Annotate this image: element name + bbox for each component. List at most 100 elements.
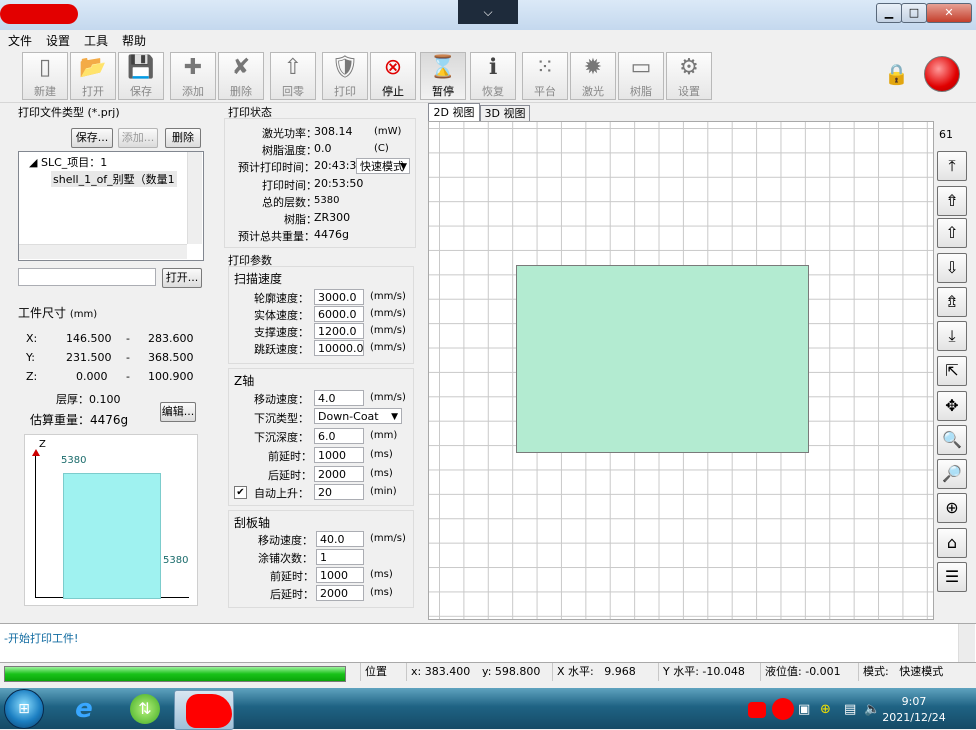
z-move-speed-input[interactable]: 4.0 [314, 390, 364, 406]
message-button[interactable]: ☰ [937, 562, 967, 592]
restore-button[interactable]: ℹ 恢复 [470, 52, 516, 100]
folder-icon: 📂 [79, 55, 107, 80]
x-level: X 水平: 9.968 [552, 663, 656, 681]
laser-button[interactable]: ✹ 激光 [570, 52, 616, 100]
file-add-button[interactable]: 添加... [118, 128, 158, 148]
layer-preview: Z 5380 5380 [24, 434, 198, 606]
lock-icon[interactable]: 🔒 [884, 62, 909, 88]
coat-count-input[interactable]: 1 [316, 549, 364, 565]
home-view-button[interactable]: ⌂ [937, 528, 967, 558]
zoom-in-button[interactable]: 🔍 [937, 425, 967, 455]
part-outline[interactable] [516, 265, 809, 453]
new-button[interactable]: ▯ 新建 [22, 52, 68, 100]
sink-depth-unit: (mm) [370, 430, 398, 441]
minimize-button[interactable]: ▁ [876, 3, 902, 23]
system-clock[interactable]: 9:07 2021/12/24 [878, 694, 950, 726]
close-button[interactable]: ✕ [926, 3, 972, 23]
sink-type-select[interactable]: Down-Coat ▼ [314, 408, 402, 424]
pause-button[interactable]: ⌛ 暂停 [420, 52, 466, 100]
resin-value: ZR300 [314, 211, 351, 224]
save-button[interactable]: 💾 保存 [118, 52, 164, 100]
file-delete-button[interactable]: 删除 [165, 128, 201, 148]
tab-3d-view[interactable]: 3D 视图 [480, 105, 530, 122]
message-icon: ☰ [944, 567, 960, 586]
bottom-layer-button[interactable]: ⤓ [937, 321, 967, 351]
expand-icon[interactable]: ◢ [29, 156, 37, 169]
pan-button[interactable]: ✥ [937, 391, 967, 421]
home-arrow-icon: ⇧ [283, 55, 303, 80]
settings-button[interactable]: ⚙ 设置 [666, 52, 712, 100]
solid-speed-label: 实体速度： [254, 309, 309, 322]
print-button[interactable]: 🛡 打印 [322, 52, 368, 100]
tree-root-item[interactable]: ◢ SLC_项目：1 [29, 154, 107, 170]
pre-delay-input[interactable]: 1000 [314, 447, 364, 463]
tab-2d-view[interactable]: 2D 视图 [428, 103, 480, 122]
jump-speed-input[interactable]: 10000.0 [314, 340, 364, 356]
platform-button[interactable]: ⁙ 平台 [522, 52, 568, 100]
blade-pre-delay-input[interactable]: 1000 [316, 567, 364, 583]
log-scrollbar[interactable] [958, 624, 975, 662]
page-up-button[interactable]: ⇮ [937, 186, 967, 216]
zoom-fit-button[interactable]: ⊕ [937, 493, 967, 523]
chevron-down-icon[interactable]: ▼ [391, 409, 398, 425]
post-delay-input[interactable]: 2000 [314, 466, 364, 482]
windows-start-icon[interactable]: ⊞ [4, 689, 44, 729]
solid-speed-input[interactable]: 6000.0 [314, 306, 364, 322]
maximize-button[interactable]: □ [901, 3, 927, 23]
auto-lift-input[interactable]: 20 [314, 484, 364, 500]
tree-vertical-scrollbar[interactable] [187, 152, 202, 244]
contour-speed-label: 轮廓速度： [254, 292, 309, 305]
edit-button[interactable]: 编辑... [160, 402, 196, 422]
laser-power-unit: (mW) [374, 126, 402, 137]
layer-down-button[interactable]: ⇩ [937, 253, 967, 283]
grid-dots-icon: ⁙ [535, 55, 555, 80]
laser-power-label: 激光功率： [262, 127, 317, 140]
top-layer-button[interactable]: ⤒ [937, 151, 967, 181]
delete-button[interactable]: ✘ 删除 [218, 52, 264, 100]
layer-thickness: 层厚：0.100 [56, 393, 121, 406]
return-zero-button[interactable]: ⇧ 回零 [270, 52, 316, 100]
preview-top-value: 5380 [61, 455, 87, 466]
preview-z-axis [35, 451, 36, 597]
file-path-input[interactable] [18, 268, 156, 286]
device-tray-icon[interactable]: ▤ [844, 702, 856, 717]
total-weight-label: 预计总共重量： [238, 230, 315, 243]
chevron-down-icon[interactable]: ⌵ [458, 0, 518, 24]
tree-horizontal-scrollbar[interactable] [19, 244, 187, 259]
resin-button[interactable]: ▭ 树脂 [618, 52, 664, 100]
sink-depth-input[interactable]: 6.0 [314, 428, 364, 444]
plus-tray-icon[interactable]: ⊕ [820, 702, 831, 717]
blade-move-speed-unit: (mm/s) [370, 533, 406, 544]
auto-lift-checkbox[interactable]: ✔ [234, 486, 247, 499]
file-open-button[interactable]: 打开... [162, 268, 202, 288]
blade-post-delay-input[interactable]: 2000 [316, 585, 364, 601]
add-button[interactable]: ✚ 添加 [170, 52, 216, 100]
page-down-button[interactable]: ⇯ [937, 287, 967, 317]
menu-file[interactable]: 文件 [0, 30, 38, 49]
laser-power-value: 308.14 [314, 125, 353, 138]
home-icon: ⌂ [946, 533, 958, 552]
network-tray-icon[interactable]: ▣ [798, 702, 810, 717]
tree-child-item[interactable]: shell_1_of_别墅（数量1 [51, 171, 177, 187]
chevron-down-icon[interactable]: ▼ [400, 159, 407, 173]
project-tree[interactable]: ◢ SLC_项目：1 shell_1_of_别墅（数量1 [18, 151, 204, 261]
file-save-button[interactable]: 保存... [71, 128, 113, 148]
internet-explorer-icon[interactable]: e [66, 692, 102, 726]
zoom-out-button[interactable]: 🔎 [937, 459, 967, 489]
new-file-icon: ▯ [38, 55, 52, 80]
open-button[interactable]: 📂 打开 [70, 52, 116, 100]
post-delay-label: 后延时： [268, 469, 312, 482]
select-button[interactable]: ⇱ [937, 356, 967, 386]
blade-move-speed-input[interactable]: 40.0 [316, 531, 364, 547]
layer-up-button[interactable]: ⇧ [937, 218, 967, 248]
menu-help[interactable]: 帮助 [114, 30, 152, 49]
menu-settings[interactable]: 设置 [38, 30, 76, 49]
blade-post-delay-label: 后延时： [270, 588, 314, 601]
contour-speed-input[interactable]: 3000.0 [314, 289, 364, 305]
log-area[interactable]: -开始打印工件! [0, 623, 976, 663]
sync-app-icon[interactable]: ⇅ [130, 694, 160, 724]
stop-button[interactable]: ⊗ 停止 [370, 52, 416, 100]
menu-tools[interactable]: 工具 [76, 30, 114, 49]
mode-select[interactable]: 快速模式 ▼ [356, 158, 410, 174]
support-speed-input[interactable]: 1200.0 [314, 323, 364, 339]
